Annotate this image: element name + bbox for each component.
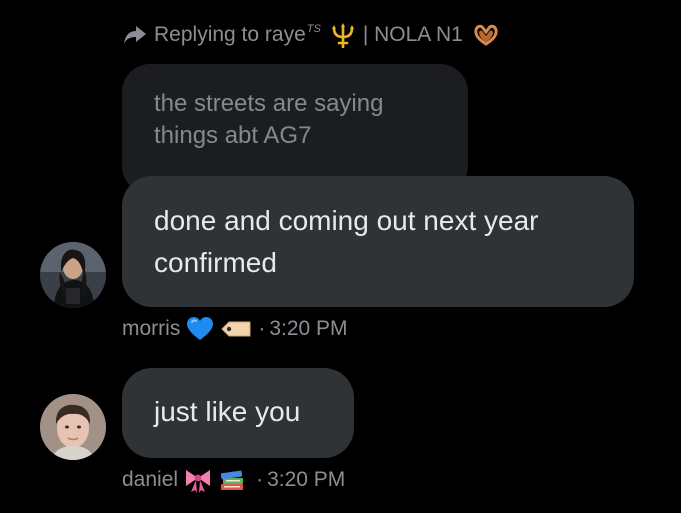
message-text: done and coming out next year confirmed	[154, 205, 539, 278]
sender-name[interactable]: daniel	[122, 468, 178, 492]
message-timestamp: 3:20 PM	[267, 468, 346, 491]
quoted-message-bubble[interactable]: the streets are saying things abt AG7	[122, 64, 468, 194]
reply-context-header[interactable]: Replying to rayeTS | NOLA N1	[122, 20, 499, 50]
heart-hands-emoji	[473, 24, 499, 46]
message-text: just like you	[154, 396, 301, 427]
sender-name[interactable]: morris	[122, 317, 180, 341]
meta-separator: ·	[256, 468, 264, 491]
reply-context-suffix: | NOLA N1	[362, 23, 463, 46]
avatar-morris[interactable]	[40, 242, 106, 308]
message-meta-morris: morris · 3:20 PM	[122, 314, 348, 344]
label-tag-emoji	[220, 316, 251, 342]
trident-emoji	[329, 22, 357, 49]
reply-arrow-icon	[122, 24, 148, 46]
reply-superscript: TS	[306, 23, 321, 35]
avatar-daniel[interactable]	[40, 394, 106, 460]
message-timestamp: 3:20 PM	[269, 317, 348, 340]
message-meta-daniel: daniel · 3:20 PM	[122, 465, 345, 495]
meta-separator: ·	[258, 317, 266, 340]
blue-heart-emoji	[186, 316, 214, 342]
books-emoji	[218, 467, 246, 493]
message-bubble-daniel[interactable]: just like you	[122, 368, 354, 458]
reply-context-text: Replying to rayeTS	[154, 23, 321, 46]
ribbon-emoji	[184, 467, 212, 493]
quoted-message-text: the streets are saying things abt AG7	[154, 90, 384, 149]
message-bubble-morris[interactable]: done and coming out next year confirmed	[122, 176, 634, 307]
